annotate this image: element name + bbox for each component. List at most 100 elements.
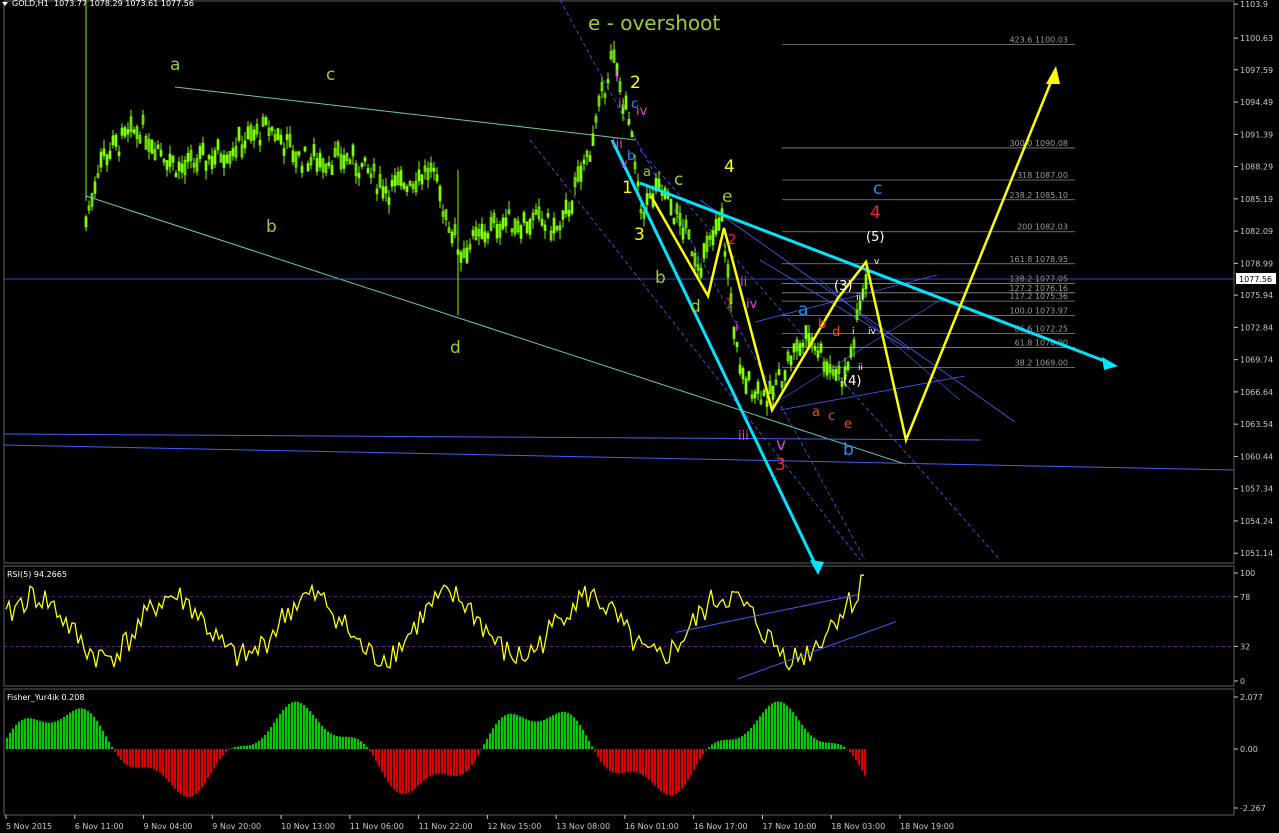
candle-body: [282, 148, 286, 156]
fisher-bar: [744, 733, 747, 749]
candle-body: [606, 79, 610, 84]
fisher-bar: [801, 724, 804, 749]
fisher-bar: [273, 722, 276, 749]
fisher-bar: [147, 749, 150, 768]
fisher-bar: [810, 735, 813, 749]
candle-body: [198, 146, 202, 159]
fisher-bar: [597, 749, 600, 758]
fisher-bar: [237, 746, 240, 749]
fisher-bar: [267, 731, 270, 749]
wave-label: d: [832, 325, 840, 340]
candle-body: [801, 342, 805, 347]
time-tick-label: 13 Nov 08:00: [556, 822, 610, 831]
candle-body: [561, 210, 565, 220]
fisher-bar: [36, 719, 39, 749]
wave-label: i: [735, 320, 739, 335]
wave-label: 2: [728, 233, 736, 248]
candle-body: [834, 368, 838, 381]
candle-body: [327, 162, 331, 167]
candle-body: [738, 364, 742, 374]
fisher-bar: [729, 739, 732, 749]
fisher-bar: [168, 749, 171, 783]
price-tick-label: 1103.9: [1240, 0, 1268, 9]
fisher-bar: [594, 749, 597, 752]
fisher-bar: [186, 749, 189, 798]
fisher-bar: [459, 749, 462, 776]
fisher-bar: [603, 749, 606, 766]
chart-header: GOLD,H1 1073.77 1078.29 1073.61 1077.56: [2, 0, 194, 8]
candle-body: [300, 165, 304, 173]
wave-label: a: [643, 165, 651, 180]
wave-label: a: [170, 55, 180, 75]
candle-body: [375, 188, 379, 195]
time-tick-label: 17 Nov 10:00: [762, 822, 816, 831]
fisher-bar: [177, 749, 180, 792]
fisher-bar: [153, 749, 156, 770]
fisher-bar: [774, 701, 777, 749]
candle-body: [243, 140, 247, 149]
candle-body: [258, 139, 262, 146]
fisher-bar: [354, 737, 357, 749]
fisher-bar: [732, 739, 735, 749]
candle-body: [459, 251, 463, 263]
fisher-bar: [117, 749, 120, 757]
candle-body: [168, 153, 172, 167]
candle-body: [306, 163, 310, 172]
candle-body: [279, 134, 283, 145]
fisher-bar: [222, 749, 225, 756]
candle-body: [237, 126, 241, 141]
fisher-bar: [864, 749, 867, 776]
candle-body: [819, 343, 823, 353]
candle-body: [777, 369, 781, 376]
candle-body: [864, 274, 868, 290]
fisher-bar: [711, 744, 714, 749]
fisher-bar: [69, 712, 72, 749]
fisher-bar: [309, 711, 312, 749]
fisher-bar: [438, 749, 441, 774]
candle-body: [504, 217, 508, 227]
candle-body: [702, 243, 706, 259]
wave-label: c: [326, 65, 335, 85]
fisher-bar: [363, 743, 366, 749]
candle-body: [387, 197, 391, 205]
candle-body: [360, 163, 364, 167]
candle-body: [213, 150, 217, 165]
candle-body: [765, 400, 769, 407]
candle-body: [567, 209, 571, 217]
candle-body: [363, 157, 367, 162]
fisher-bar: [213, 749, 216, 769]
fisher-bar: [204, 749, 207, 784]
fisher-bar: [417, 749, 420, 786]
fisher-bar: [369, 749, 372, 752]
fisher-bar: [405, 749, 408, 794]
candle-body: [528, 218, 532, 235]
fisher-bar: [99, 725, 102, 749]
fisher-bar: [636, 749, 639, 773]
price-tick-label: 1069.74: [1240, 356, 1273, 365]
fisher-bar: [51, 722, 54, 749]
candle-body: [636, 181, 640, 187]
fisher-bar: [231, 748, 234, 749]
rsi-tick-label: 100: [1240, 569, 1255, 578]
fisher-bar: [600, 749, 603, 762]
fisher-bar: [819, 741, 822, 749]
fisher-bar: [720, 740, 723, 749]
fisher-bar: [564, 711, 567, 749]
candle-body: [159, 149, 163, 157]
fisher-bar: [24, 718, 27, 749]
candle-body: [792, 343, 796, 353]
fisher-bar: [345, 736, 348, 749]
candle-body: [285, 134, 289, 141]
candle-body: [180, 163, 184, 173]
fisher-bar: [351, 737, 354, 749]
fisher-bar: [357, 739, 360, 749]
price-tick-label: 1085.19: [1240, 195, 1273, 204]
fisher-bar: [825, 742, 828, 749]
fisher-bar: [243, 745, 246, 749]
fisher-bar: [606, 749, 609, 769]
candle-body: [84, 216, 88, 228]
fisher-bar: [861, 749, 864, 771]
candle-body: [465, 247, 469, 264]
fisher-bar: [771, 703, 774, 749]
fisher-bar: [768, 705, 771, 749]
